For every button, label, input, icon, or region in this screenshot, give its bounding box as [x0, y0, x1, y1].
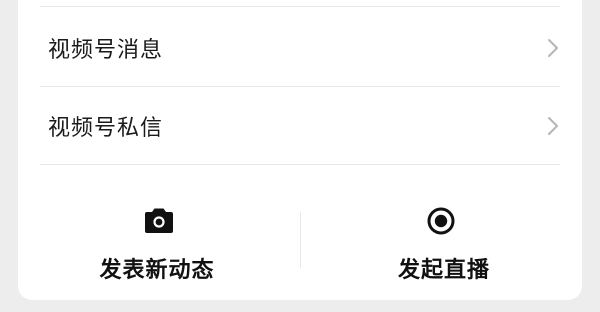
row-divider: [40, 164, 560, 165]
start-live-label: 发起直播: [397, 258, 490, 283]
post-new-moment-button[interactable]: 发表新动态: [18, 166, 300, 300]
menu-item-channels-private-messages[interactable]: 视频号私信: [18, 87, 582, 165]
chevron-right-icon: [548, 117, 558, 135]
action-bar: 发表新动态 发起直播: [18, 166, 582, 300]
post-new-moment-label: 发表新动态: [99, 258, 215, 283]
menu-item-label: 视频号消息: [48, 38, 164, 63]
record-icon: [427, 207, 455, 235]
start-live-button[interactable]: 发起直播: [300, 166, 582, 300]
top-divider: [40, 6, 560, 7]
menu-item-channels-messages[interactable]: 视频号消息: [18, 9, 582, 87]
channels-menu-card: 视频号消息 视频号私信 发表新动态 发起直播: [18, 0, 582, 300]
chevron-right-icon: [548, 39, 558, 57]
menu-item-label: 视频号私信: [48, 116, 164, 141]
camera-icon: [145, 208, 173, 233]
